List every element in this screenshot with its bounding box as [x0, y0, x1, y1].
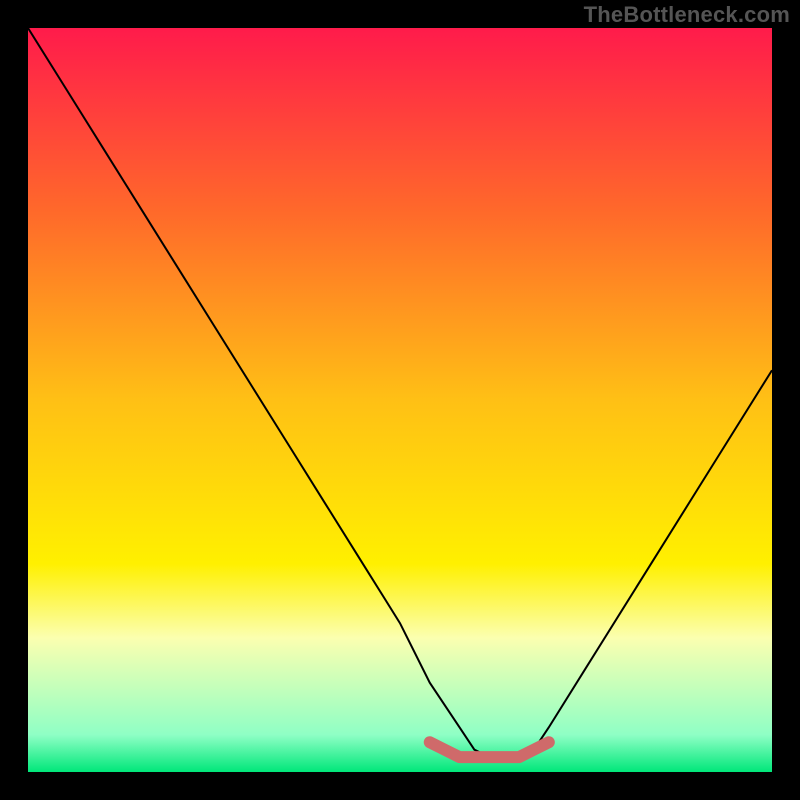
watermark-text: TheBottleneck.com	[584, 2, 790, 28]
plot-area	[28, 28, 772, 772]
heatmap-background	[28, 28, 772, 772]
chart-svg	[28, 28, 772, 772]
chart-frame: TheBottleneck.com	[0, 0, 800, 800]
